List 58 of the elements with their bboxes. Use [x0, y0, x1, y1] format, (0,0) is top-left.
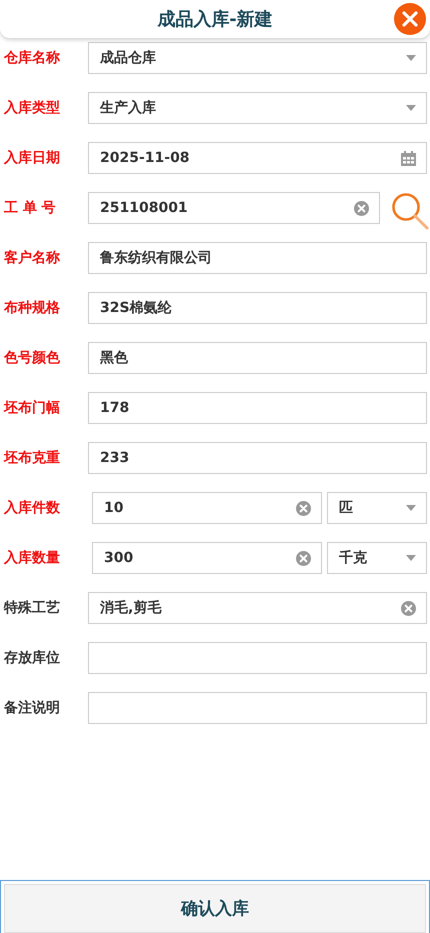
field-label: 仓库名称: [3, 49, 61, 67]
field-value: 32S棉氨纶: [100, 299, 172, 317]
dropdown-field[interactable]: 生产入库: [88, 92, 427, 124]
unit-dropdown[interactable]: 匹: [327, 492, 427, 524]
confirm-button[interactable]: 确认入库: [4, 884, 426, 933]
caret-icon: [406, 505, 416, 511]
page-title: 成品入库-新建: [157, 8, 273, 31]
field-value: 黑色: [100, 349, 128, 367]
input-field[interactable]: 消毛,剪毛: [88, 592, 427, 624]
field-label: 坯布门幅: [2, 399, 61, 417]
unit-value: 匹: [339, 499, 353, 517]
field-value: 300: [104, 550, 134, 566]
field-value: 2025-11-08: [100, 150, 190, 166]
input-field[interactable]: 鲁东纺织有限公司: [88, 242, 427, 274]
field-label: 布种规格: [2, 299, 61, 317]
input-field[interactable]: 251108001: [88, 192, 380, 224]
caret-icon: [406, 555, 416, 561]
field-label: 入库数量: [2, 549, 61, 567]
field-value: 178: [100, 400, 130, 416]
input-field[interactable]: 178: [88, 392, 427, 424]
unit-value: 千克: [339, 549, 367, 567]
date-field[interactable]: 2025-11-08: [88, 142, 427, 174]
search-icon[interactable]: [390, 191, 430, 231]
input-field[interactable]: 32S棉氨纶: [88, 292, 427, 324]
unit-dropdown[interactable]: 千克: [327, 542, 427, 574]
close-button[interactable]: [394, 3, 426, 35]
caret-icon: [406, 55, 416, 61]
field-value: 消毛,剪毛: [100, 599, 162, 617]
input-field[interactable]: [88, 642, 427, 674]
field-value: 鲁东纺织有限公司: [100, 249, 212, 267]
field-label: 特殊工艺: [2, 599, 61, 617]
field-label: 备注说明: [3, 699, 61, 717]
field-value: 251108001: [100, 200, 188, 216]
input-field[interactable]: 10: [92, 492, 322, 524]
field-label: 入库件数: [2, 499, 61, 517]
field-value: 生产入库: [100, 99, 156, 117]
close-icon: [402, 11, 418, 27]
input-field[interactable]: 300: [92, 542, 322, 574]
clear-icon[interactable]: [401, 600, 416, 616]
input-field[interactable]: [88, 692, 427, 724]
field-value: 10: [104, 500, 124, 516]
clear-icon[interactable]: [296, 550, 311, 566]
input-field[interactable]: 黑色: [88, 342, 427, 374]
field-label: 客户名称: [3, 249, 61, 267]
field-label: 坯布克重: [2, 449, 61, 467]
input-field[interactable]: 233: [88, 442, 427, 474]
field-label: 入库日期: [2, 149, 61, 167]
clear-icon[interactable]: [296, 500, 311, 516]
field-label: 工 单 号: [3, 199, 57, 217]
field-label: 存放库位: [2, 649, 61, 667]
field-label: 色号颜色: [2, 349, 61, 367]
field-value: 233: [100, 450, 130, 466]
clear-icon[interactable]: [354, 200, 369, 216]
caret-icon: [406, 105, 416, 111]
field-value: 成品仓库: [100, 49, 156, 67]
calendar-icon[interactable]: [401, 150, 416, 166]
field-label: 入库类型: [2, 99, 61, 117]
dropdown-field[interactable]: 成品仓库: [88, 42, 427, 74]
